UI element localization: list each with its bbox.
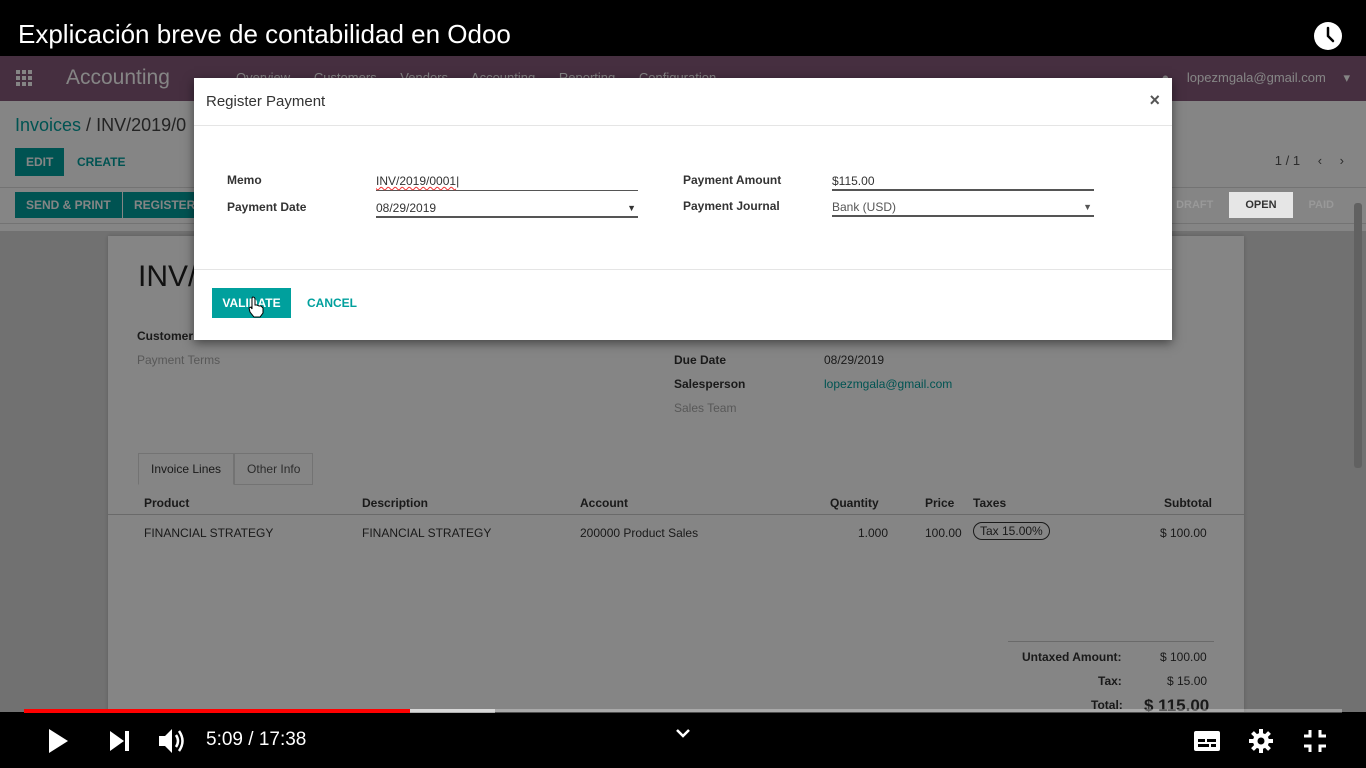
hand-cursor-icon bbox=[248, 296, 264, 318]
status-steps: DRAFT OPEN PAID bbox=[1160, 192, 1350, 218]
video-title[interactable]: Explicación breve de contabilidad en Odo… bbox=[18, 19, 511, 50]
exit-fullscreen-icon[interactable] bbox=[1302, 728, 1328, 754]
dialog-title: Register Payment bbox=[206, 93, 326, 110]
memo-value: INV/2019/0001 bbox=[376, 174, 457, 188]
play-icon[interactable] bbox=[46, 727, 70, 755]
payment-journal-select[interactable]: Bank (USD) ▼ bbox=[832, 197, 1094, 217]
payment-amount-field[interactable]: $115.00 bbox=[832, 171, 1094, 191]
payment-date-field[interactable]: 08/29/2019 ▼ bbox=[376, 198, 638, 218]
clock-icon[interactable] bbox=[1313, 21, 1343, 51]
payment-amount-value: $115.00 bbox=[832, 174, 875, 188]
payment-date-label: Payment Date bbox=[227, 200, 307, 214]
payment-date-value: 08/29/2019 bbox=[376, 201, 437, 215]
dialog-header: Register Payment × bbox=[194, 78, 1172, 126]
close-icon[interactable]: × bbox=[1149, 90, 1160, 111]
subtitles-icon[interactable] bbox=[1193, 730, 1221, 752]
dialog-footer: VALIDATE CANCEL bbox=[194, 269, 1172, 341]
payment-journal-label: Payment Journal bbox=[683, 199, 780, 213]
payment-journal-value: Bank (USD) bbox=[832, 200, 897, 214]
time-display: 5:09 / 17:38 bbox=[206, 729, 307, 750]
chevron-down-icon[interactable] bbox=[675, 727, 691, 741]
payment-amount-label: Payment Amount bbox=[683, 173, 782, 187]
status-open[interactable]: OPEN bbox=[1229, 192, 1293, 218]
text-caret: | bbox=[456, 174, 460, 188]
register-payment-dialog: Register Payment × Memo INV/2019/0001| P… bbox=[194, 78, 1172, 340]
status-paid[interactable]: PAID bbox=[1293, 192, 1350, 218]
dropdown-caret-icon[interactable]: ▼ bbox=[1083, 197, 1092, 217]
status-draft[interactable]: DRAFT bbox=[1160, 192, 1229, 218]
cancel-button[interactable]: CANCEL bbox=[307, 296, 357, 310]
volume-icon[interactable] bbox=[157, 726, 189, 756]
dropdown-caret-icon[interactable]: ▼ bbox=[627, 198, 636, 218]
next-icon[interactable] bbox=[108, 730, 132, 752]
settings-gear-icon[interactable] bbox=[1248, 728, 1274, 754]
progress-played[interactable] bbox=[24, 709, 410, 713]
memo-field[interactable]: INV/2019/0001| bbox=[376, 171, 638, 191]
memo-label: Memo bbox=[227, 173, 262, 187]
